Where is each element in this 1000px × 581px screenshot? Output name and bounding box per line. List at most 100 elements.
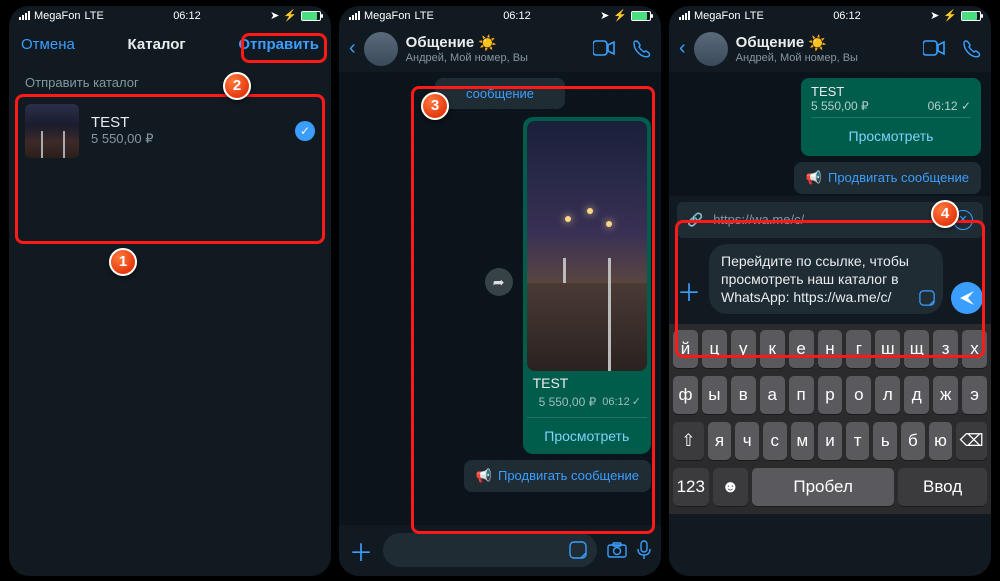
- key-letter[interactable]: с: [763, 422, 787, 460]
- bubble-product-price: 5 550,00 ₽: [533, 395, 603, 409]
- promote-pill-top[interactable]: сообщение: [435, 78, 565, 109]
- catalog-message-bubble[interactable]: TEST 5 550,00 ₽ 06:12 ✓ Просмотреть: [801, 78, 981, 156]
- sticker-icon[interactable]: [919, 290, 935, 306]
- key-letter[interactable]: ж: [933, 376, 958, 414]
- forward-button[interactable]: ➦: [485, 268, 513, 296]
- link-url: https://wa.me/c/: [713, 212, 804, 227]
- chat-avatar[interactable]: [364, 32, 398, 66]
- key-shift[interactable]: ⇧: [673, 422, 704, 460]
- key-letter[interactable]: ч: [735, 422, 759, 460]
- key-backspace[interactable]: ⌫: [956, 422, 987, 460]
- bubble-product-price: 5 550,00 ₽: [811, 99, 869, 113]
- key-letter[interactable]: о: [846, 376, 871, 414]
- mic-button[interactable]: [637, 540, 651, 560]
- key-letter[interactable]: к: [760, 330, 785, 368]
- key-letter[interactable]: э: [962, 376, 987, 414]
- key-space[interactable]: Пробел: [752, 468, 894, 506]
- key-letter[interactable]: р: [818, 376, 843, 414]
- attach-button[interactable]: ＋: [349, 533, 373, 568]
- catalog-item-row[interactable]: TEST 5 550,00 ₽ ✓: [9, 96, 331, 166]
- key-letter[interactable]: ш: [875, 330, 900, 368]
- chat-title-block[interactable]: Общение☀️ Андрей, Мой номер, Вы: [406, 34, 528, 64]
- location-icon: ➤: [600, 9, 609, 22]
- chat-subtitle: Андрей, Мой номер, Вы: [406, 52, 528, 64]
- selected-check-icon[interactable]: ✓: [295, 121, 315, 141]
- chat-header: ‹ Общение☀️ Андрей, Мой номер, Вы: [339, 26, 661, 72]
- voice-call-button[interactable]: [633, 40, 651, 58]
- key-letter[interactable]: х: [962, 330, 987, 368]
- chat-body: сообщение ➦ TEST 5 550,00 ₽ 06:12✓ Просм…: [339, 72, 661, 525]
- chat-body: TEST 5 550,00 ₽ 06:12 ✓ Просмотреть 📢 Пр…: [669, 72, 991, 196]
- location-icon: ➤: [270, 9, 279, 22]
- attach-button[interactable]: ＋: [677, 273, 701, 314]
- sun-icon: ☀️: [478, 34, 497, 52]
- message-input[interactable]: [383, 533, 597, 567]
- clear-link-button[interactable]: ✕: [953, 210, 973, 230]
- video-call-button[interactable]: [593, 40, 615, 58]
- key-letter[interactable]: е: [789, 330, 814, 368]
- video-call-button[interactable]: [923, 40, 945, 58]
- key-letter[interactable]: и: [818, 422, 842, 460]
- key-letter[interactable]: ю: [929, 422, 953, 460]
- key-letter[interactable]: ц: [702, 330, 727, 368]
- status-bar: MegaFon LTE 06:12 ➤ ⚡: [9, 6, 331, 26]
- key-letter[interactable]: ф: [673, 376, 698, 414]
- link-icon: 🔗: [687, 212, 703, 228]
- status-bar: MegaFon LTE 06:12 ➤ ⚡: [669, 6, 991, 26]
- battery-icon: [631, 11, 651, 21]
- voice-call-button[interactable]: [963, 40, 981, 58]
- back-button[interactable]: ‹: [349, 37, 356, 60]
- key-letter[interactable]: й: [673, 330, 698, 368]
- product-price: 5 550,00 ₽: [91, 131, 283, 147]
- sun-icon: ☀️: [808, 34, 827, 52]
- product-thumbnail: [25, 104, 79, 158]
- key-enter[interactable]: Ввод: [898, 468, 987, 506]
- key-letter[interactable]: у: [731, 330, 756, 368]
- chat-title-block[interactable]: Общение☀️ Андрей, Мой номер, Вы: [736, 34, 858, 64]
- catalog-message-bubble[interactable]: ➦ TEST 5 550,00 ₽ 06:12✓ Просмотреть: [523, 117, 651, 454]
- promote-message-button[interactable]: 📢 Продвигать сообщение: [794, 162, 981, 194]
- signal-icon: [19, 11, 30, 20]
- sticker-icon[interactable]: [569, 541, 587, 559]
- key-letter[interactable]: б: [901, 422, 925, 460]
- promote-message-button[interactable]: 📢 Продвигать сообщение: [464, 460, 651, 492]
- check-icon: ✓: [632, 395, 641, 408]
- key-letter[interactable]: п: [789, 376, 814, 414]
- key-letter[interactable]: я: [708, 422, 732, 460]
- camera-button[interactable]: [607, 542, 627, 558]
- message-input[interactable]: Перейдите по ссылке, чтобы просмотреть н…: [709, 244, 943, 315]
- key-letter[interactable]: а: [760, 376, 785, 414]
- status-bar: MegaFon LTE 06:12 ➤ ⚡: [339, 6, 661, 26]
- key-emoji[interactable]: ☻: [713, 468, 749, 506]
- key-letter[interactable]: м: [791, 422, 815, 460]
- network-label: LTE: [84, 10, 103, 22]
- key-letter[interactable]: ь: [873, 422, 897, 460]
- key-letter[interactable]: в: [731, 376, 756, 414]
- charge-icon: ⚡: [943, 9, 957, 22]
- key-letter[interactable]: л: [875, 376, 900, 414]
- key-numbers[interactable]: 123: [673, 468, 709, 506]
- key-letter[interactable]: г: [846, 330, 871, 368]
- key-letter[interactable]: т: [846, 422, 870, 460]
- send-button[interactable]: Отправить: [238, 36, 319, 53]
- send-button[interactable]: [951, 282, 983, 314]
- view-product-button[interactable]: Просмотреть: [527, 422, 647, 450]
- chat-input-bar: ＋: [339, 525, 661, 576]
- bubble-product-name: TEST: [811, 84, 971, 99]
- clock-label: 06:12: [173, 10, 201, 22]
- screen-2-chat-bubble: MegaFon LTE 06:12 ➤ ⚡ ‹ Общение☀️ Андрей…: [339, 6, 661, 576]
- key-letter[interactable]: з: [933, 330, 958, 368]
- key-letter[interactable]: д: [904, 376, 929, 414]
- signal-icon: [679, 11, 690, 20]
- screen-3-compose-link: MegaFon LTE 06:12 ➤ ⚡ ‹ Общение☀️ Андрей…: [669, 6, 991, 576]
- key-letter[interactable]: ы: [702, 376, 727, 414]
- chat-avatar[interactable]: [694, 32, 728, 66]
- cancel-button[interactable]: Отмена: [21, 36, 75, 53]
- back-button[interactable]: ‹: [679, 37, 686, 60]
- annotation-badge-1: 1: [109, 248, 137, 276]
- view-product-button[interactable]: Просмотреть: [811, 122, 971, 150]
- compose-area: ＋ Перейдите по ссылке, чтобы просмотреть…: [669, 238, 991, 325]
- key-letter[interactable]: н: [818, 330, 843, 368]
- key-letter[interactable]: щ: [904, 330, 929, 368]
- battery-icon: [961, 11, 981, 21]
